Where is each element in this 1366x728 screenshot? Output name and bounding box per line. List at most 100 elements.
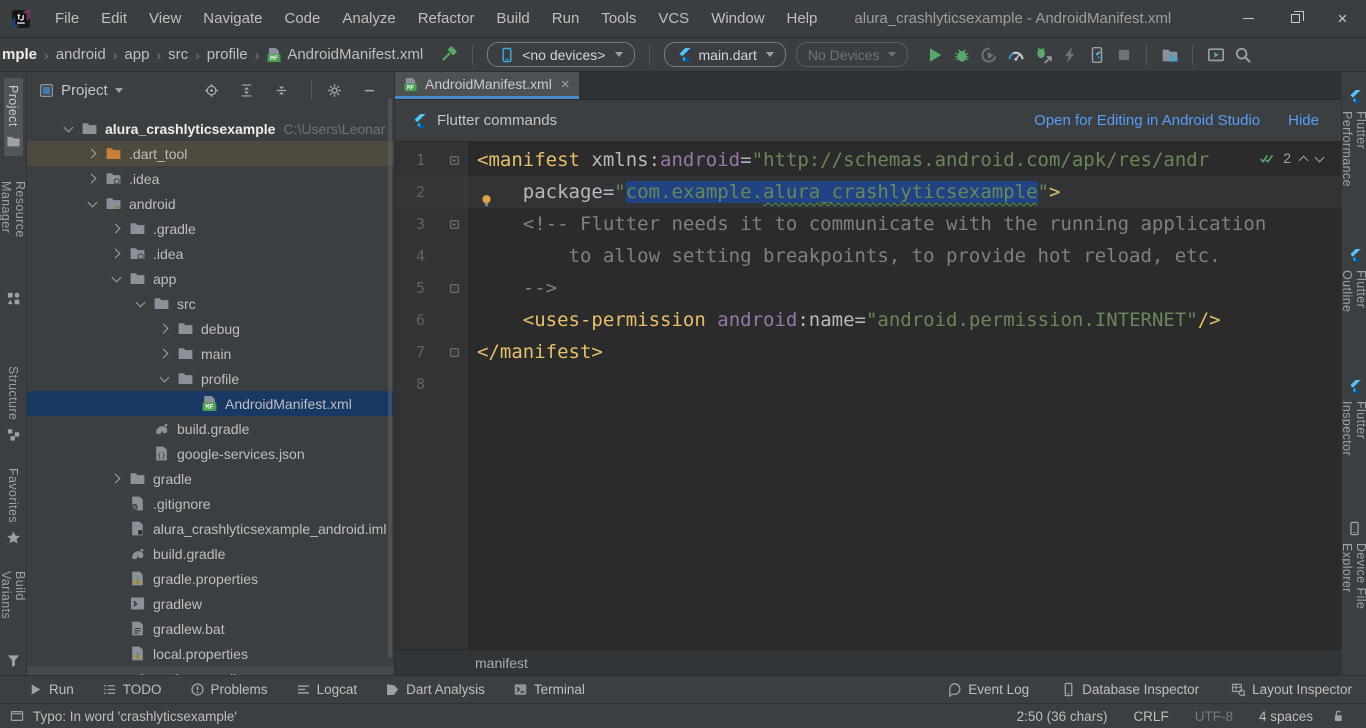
profiler-button[interactable] [1002, 42, 1029, 68]
tool-window-button-problems[interactable]: Problems [190, 682, 268, 697]
locate-button[interactable] [204, 83, 226, 98]
project-structure-button[interactable] [1156, 42, 1183, 68]
menu-navigate[interactable]: Navigate [192, 10, 273, 27]
status-crlf[interactable]: CRLF [1133, 709, 1168, 724]
expand-chevron-icon[interactable] [157, 321, 173, 337]
code-line-2[interactable]: package="com.example.alura_crashlyticsex… [467, 176, 1341, 208]
next-problem-icon[interactable] [1315, 152, 1325, 162]
tool-stripe-flutter-outline[interactable]: Flutter Outline [1341, 241, 1366, 346]
coverage-button[interactable] [975, 42, 1002, 68]
expand-chevron-icon[interactable] [109, 471, 125, 487]
tree-item-idea[interactable]: .idea [27, 166, 394, 191]
tree-item-gradle-properties[interactable]: gradle.properties [27, 566, 394, 591]
fold-end-icon[interactable] [450, 284, 459, 293]
fold-start-icon[interactable]: - [450, 220, 459, 229]
status-2-50-36-chars[interactable]: 2:50 (36 chars) [1017, 709, 1108, 724]
hide-banner-link[interactable]: Hide [1288, 112, 1319, 129]
tool-stripe-flutter-inspector[interactable]: Flutter Inspector [1341, 372, 1366, 488]
flutter-device-selector[interactable]: No Devices [796, 42, 909, 67]
menu-view[interactable]: View [138, 10, 192, 27]
collapse-chevron-icon[interactable] [133, 296, 149, 312]
tool-window-button-run[interactable]: Run [28, 682, 74, 697]
tree-item-main[interactable]: main [27, 341, 394, 366]
menu-vcs[interactable]: VCS [647, 10, 700, 27]
code-editor[interactable]: 1-23-45678 <manifest xmlns:android="http… [395, 142, 1341, 649]
menu-help[interactable]: Help [776, 10, 829, 27]
code-line-1[interactable]: <manifest xmlns:android="http://schemas.… [467, 144, 1341, 176]
device-selector[interactable]: <no devices> [487, 42, 634, 67]
tool-window-button-todo[interactable]: TODO [102, 682, 162, 697]
tool-stripe-favorites[interactable]: Favorites [4, 461, 23, 552]
code-line-6[interactable]: <uses-permission android:name="android.p… [467, 304, 1341, 336]
menu-refactor[interactable]: Refactor [407, 10, 486, 27]
build-project-button[interactable] [433, 42, 463, 68]
collapse-chevron-icon[interactable] [61, 121, 77, 137]
code-line-5[interactable]: --> [467, 272, 1341, 304]
code-line-7[interactable]: </manifest> [467, 336, 1341, 368]
menu-tools[interactable]: Tools [590, 10, 647, 27]
fold-end-icon[interactable] [450, 348, 459, 357]
tree-item-gradlew-bat[interactable]: gradlew.bat [27, 616, 394, 641]
tree-item-gradle[interactable]: gradle [27, 466, 394, 491]
tree-item-android[interactable]: android [27, 191, 394, 216]
tree-item-build-gradle[interactable]: build.gradle [27, 416, 394, 441]
menu-file[interactable]: File [44, 10, 90, 27]
tool-window-button-event-log[interactable]: Event Log [947, 682, 1029, 697]
expand-all-button[interactable] [239, 83, 261, 98]
avd-manager-button[interactable] [1202, 42, 1229, 68]
tree-item-build-gradle[interactable]: build.gradle [27, 541, 394, 566]
close-button[interactable]: × [1319, 0, 1366, 38]
tree-item-local-properties[interactable]: local.properties [27, 641, 394, 666]
chevron-down-icon[interactable] [115, 88, 123, 93]
tree-item-debug[interactable]: debug [27, 316, 394, 341]
restore-button[interactable] [1272, 0, 1319, 38]
breadcrumb-src[interactable]: src [168, 46, 188, 63]
tool-stripe-resource-manager[interactable]: Resource Manager [0, 174, 27, 313]
tree-item-dart-tool[interactable]: .dart_tool [27, 141, 394, 166]
project-scrollbar[interactable] [388, 98, 392, 658]
tree-item-settings-gradle[interactable]: settings.gradle [27, 666, 394, 675]
menu-build[interactable]: Build [485, 10, 540, 27]
fold-start-icon[interactable]: - [450, 156, 459, 165]
attach-debugger-button[interactable] [1029, 42, 1056, 68]
tree-item-gradlew[interactable]: gradlew [27, 591, 394, 616]
hide-button[interactable] [362, 83, 384, 98]
previous-problem-icon[interactable] [1299, 155, 1309, 165]
breadcrumb-profile[interactable]: profile [207, 46, 248, 63]
debug-button[interactable] [948, 42, 975, 68]
tool-stripe-project[interactable]: Project [4, 78, 23, 156]
tool-window-button-layout-inspector[interactable]: Layout Inspector [1231, 682, 1352, 697]
breadcrumb-app[interactable]: app [124, 46, 149, 63]
status-4-spaces[interactable]: 4 spaces [1259, 709, 1313, 724]
breadcrumb-manifest[interactable]: manifest [475, 655, 528, 671]
tool-stripe-structure[interactable]: Structure [4, 359, 23, 449]
flutter-device-button[interactable] [1083, 42, 1110, 68]
menu-analyze[interactable]: Analyze [331, 10, 406, 27]
tree-item-alura-crashlyticsexample[interactable]: alura_crashlyticsexampleC:\Users\Leonar [27, 116, 394, 141]
inspections-widget[interactable]: 2 [1259, 150, 1323, 166]
code-line-4[interactable]: to allow setting breakpoints, to provide… [467, 240, 1341, 272]
tree-item-gradle[interactable]: .gradle [27, 216, 394, 241]
menu-edit[interactable]: Edit [90, 10, 138, 27]
run-button[interactable] [921, 42, 948, 68]
menu-run[interactable]: Run [541, 10, 591, 27]
expand-chevron-icon[interactable] [85, 171, 101, 187]
breadcrumb-mple[interactable]: mple [2, 46, 37, 63]
search-everywhere-button[interactable] [1229, 42, 1256, 68]
unlock-icon[interactable] [1331, 709, 1345, 723]
minimize-button[interactable] [1225, 0, 1272, 38]
menu-window[interactable]: Window [700, 10, 775, 27]
tree-item-src[interactable]: src [27, 291, 394, 316]
collapse-chevron-icon[interactable] [109, 271, 125, 287]
tool-window-button-logcat[interactable]: Logcat [296, 682, 358, 697]
collapse-chevron-icon[interactable] [157, 371, 173, 387]
expand-chevron-icon[interactable] [109, 221, 125, 237]
settings-button[interactable] [327, 83, 349, 98]
intention-bulb-icon[interactable] [479, 184, 494, 199]
status-utf-8[interactable]: UTF-8 [1195, 709, 1233, 724]
expand-chevron-icon[interactable] [85, 146, 101, 162]
tree-item-app[interactable]: app [27, 266, 394, 291]
editor-text-area[interactable]: <manifest xmlns:android="http://schemas.… [467, 142, 1341, 649]
tab-androidmanifest-xml[interactable]: MF AndroidManifest.xml × [395, 72, 579, 99]
code-line-3[interactable]: <!-- Flutter needs it to communicate wit… [467, 208, 1341, 240]
